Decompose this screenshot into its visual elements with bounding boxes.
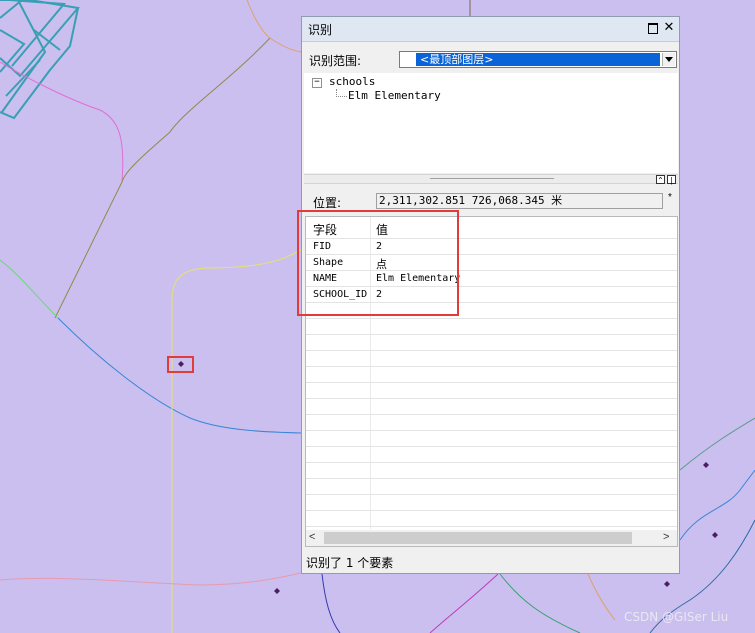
scroll-right-icon[interactable]: > [663,531,669,543]
road-orange-bottom [587,573,616,621]
table-row-empty [306,367,677,383]
expand-up-icon[interactable]: ⌃ [656,175,665,185]
scroll-thumb[interactable] [324,532,632,544]
road-orange-top [246,0,302,53]
table-row-empty [306,447,677,463]
road-green-left [0,259,59,319]
table-row-empty [306,431,677,447]
road-magenta-bottom [429,573,499,633]
school-point[interactable] [703,462,709,468]
results-tree[interactable] [304,73,678,173]
attribute-highlight-box [297,210,459,316]
scope-select[interactable]: <最顶部图层> [399,51,677,68]
watermark: CSDN @GISer Liu [624,610,729,624]
road-olive [54,37,271,319]
table-row-empty [306,319,677,335]
maximize-icon[interactable] [646,21,660,35]
position-label: 位置: [313,196,342,210]
close-icon[interactable]: ✕ [662,21,676,35]
splitter-grip[interactable] [430,178,554,179]
table-row-empty [306,463,677,479]
scope-selected-value[interactable]: <最顶部图层> [416,53,660,66]
stream-right [679,469,755,541]
table-row-empty [306,399,677,415]
title-bar[interactable]: 识别 ✕ [302,17,679,42]
table-row-empty [306,511,677,527]
road-yellow [171,249,302,633]
building-footprint [0,0,80,120]
road-magenta [0,61,124,183]
road-pink-bottom [0,572,302,586]
status-text: 识别了 1 个要素 [306,556,394,570]
table-row-empty [306,495,677,511]
selected-point-highlight [167,356,194,373]
road-teal-right [679,417,755,471]
table-row-empty [306,351,677,367]
collapse-icon[interactable]: − [312,78,322,88]
scope-label: 识别范围: [309,54,362,68]
school-point[interactable] [712,532,718,538]
road-navy-bottom [321,573,341,633]
table-row-empty [306,335,677,351]
table-row-empty [306,479,677,495]
horizontal-scrollbar[interactable]: < > [306,530,677,546]
map-canvas[interactable]: 识别 ✕ 识别范围: <最顶部图层> − schools Elm Element… [0,0,755,633]
split-view-icon[interactable]: | [667,175,676,185]
scroll-left-icon[interactable]: < [309,531,315,543]
tree-connector [336,89,347,97]
table-row-empty [306,415,677,431]
stream-blue [57,317,302,434]
tree-layer-node[interactable]: schools [329,75,375,88]
window-title: 识别 [308,23,333,37]
asterisk-icon: * [668,192,672,203]
chevron-down-icon[interactable] [662,53,675,66]
tree-feature-node[interactable]: Elm Elementary [348,89,441,102]
position-value: 2,311,302.851 726,068.345 米 [376,193,663,209]
table-row-empty [306,383,677,399]
road-green-bottom [499,573,581,633]
school-point[interactable] [664,581,670,587]
school-point[interactable] [274,588,280,594]
panel-splitter[interactable]: ⌃ | [304,174,678,185]
